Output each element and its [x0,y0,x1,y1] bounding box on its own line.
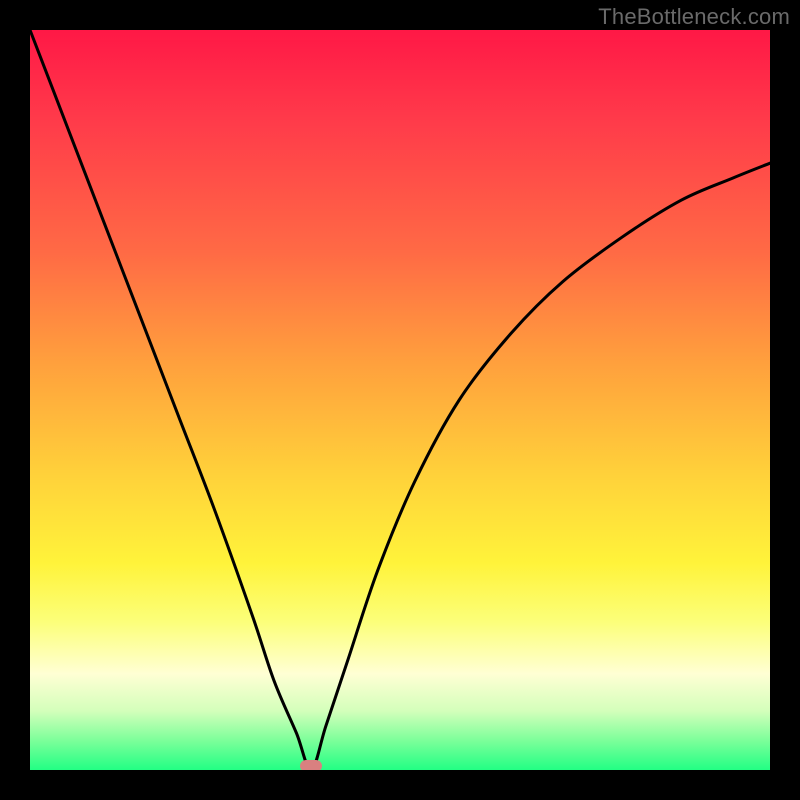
bottleneck-curve [30,30,770,770]
minimum-marker [300,760,322,770]
watermark-text: TheBottleneck.com [598,4,790,30]
plot-area [30,30,770,770]
chart-frame: TheBottleneck.com [0,0,800,800]
curve-svg [30,30,770,770]
